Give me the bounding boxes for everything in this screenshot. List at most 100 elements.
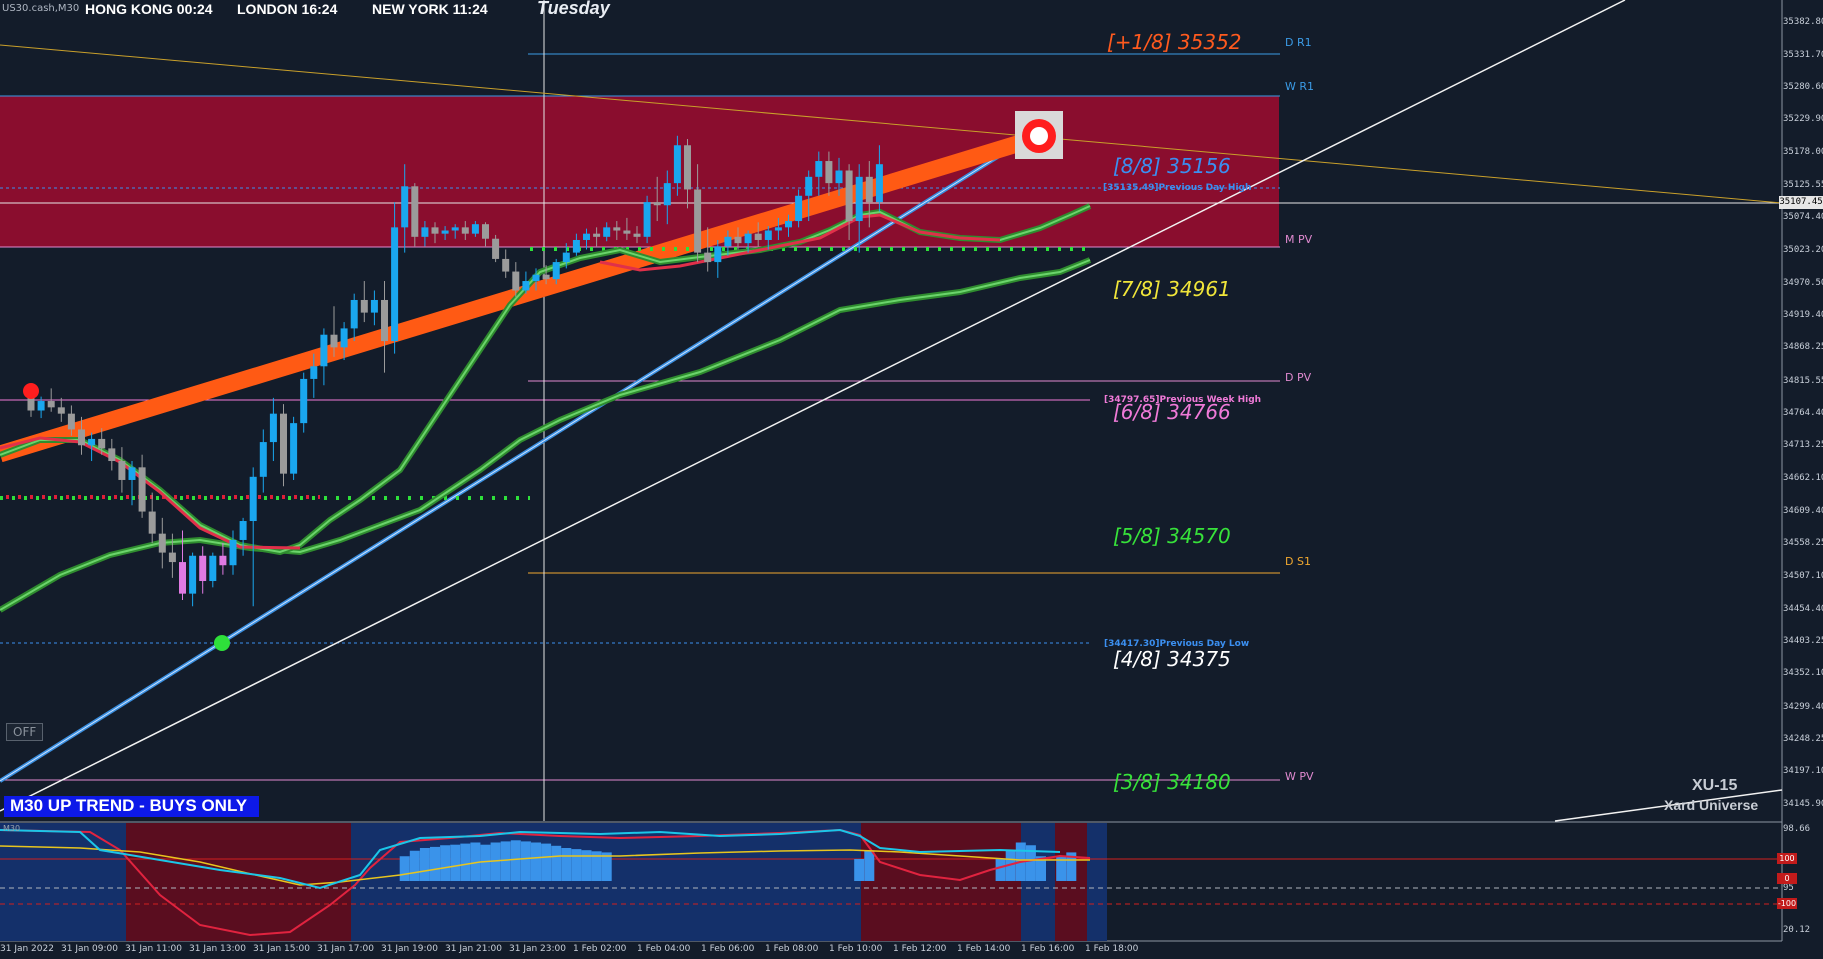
candle-body [239,521,247,540]
time-axis-label: 31 Jan 17:00 [317,944,374,954]
time-axis-label: 31 Jan 23:00 [509,944,566,954]
pivot-label: W PV [1285,769,1314,783]
trend-banner: M30 UP TREND - BUYS ONLY [4,796,260,817]
candle-body [300,378,308,424]
candle-body [754,233,762,240]
candle-body [482,224,489,239]
brand-code: XU-15 [1692,777,1738,794]
murrey-level-label: [3/8] 34180 [1113,770,1231,795]
histogram-bar [500,841,511,881]
price-axis-label: 34662.10 [1783,472,1823,483]
candle-body [47,401,55,408]
price-axis-label: 35382.80 [1783,17,1823,28]
candle-body [714,246,722,263]
candle-body [875,164,883,203]
time-axis-label: 31 Jan 11:00 [125,944,182,954]
histogram-bar [995,859,1006,881]
histogram-bar [399,856,410,881]
prev-day-low-label: [34417.30]Previous Day Low [1104,639,1250,649]
candle-body [643,202,651,237]
candle-body [78,429,85,446]
candle-body [694,189,702,253]
time-axis-label: 1 Feb 14:00 [957,944,1011,954]
candle-body [492,238,500,259]
candle-body [704,252,712,263]
bear-zone-1 [126,823,351,941]
time-axis-label: 31 Jan 2022 [0,944,54,954]
price-axis-label: 34145.90 [1783,798,1823,809]
candle-body [199,555,207,582]
time-axis-label: 1 Feb 08:00 [765,944,819,954]
candle-body [88,438,96,446]
prev-day-high-label: [35135.49]Previous Day High [1103,183,1252,193]
candle-body [835,170,843,184]
candle-body [340,328,348,348]
candle-body [269,413,277,443]
time-axis-label: 1 Feb 12:00 [893,944,947,954]
indicator-axis-top: 98.66 [1783,824,1811,834]
candle-body [572,239,580,253]
candle-body [613,227,621,231]
murrey-level-label: [4/8] 34375 [1113,646,1231,671]
price-axis-label: 34352.10 [1783,668,1823,679]
price-axis-label: 35125.55 [1783,179,1823,190]
candle-body [855,176,863,222]
price-axis-label: 34970.50 [1783,277,1823,288]
histogram-bar [520,841,531,881]
candle-body [653,202,661,206]
histogram-bar [561,848,572,881]
session-london: LONDON 16:24 [237,1,338,17]
candle-body [522,281,530,291]
candle-body [168,552,176,563]
histogram-bar [480,844,491,881]
candle-body [320,334,328,367]
time-axis-label: 1 Feb 02:00 [573,944,627,954]
candle-body [118,461,126,480]
candle-body [330,334,338,348]
candle-body [189,555,197,594]
time-axis-label: 1 Feb 10:00 [829,944,883,954]
bull-zone-0 [0,823,126,941]
histogram-bar [419,848,430,881]
price-axis-label: 35074.40 [1783,212,1823,223]
candle-body [603,227,611,237]
price-axis-label: 34403.25 [1783,636,1823,647]
histogram-bar [864,850,875,881]
candle-body [431,227,439,234]
session-hong-kong: HONG KONG 00:24 [85,1,213,17]
candle-body [774,227,782,231]
candle-body [229,539,237,566]
candle-body [158,533,166,553]
candle-body [542,274,550,280]
candle-body [734,236,742,244]
price-axis-label: 35331.70 [1783,49,1823,60]
chart-canvas[interactable] [0,0,1823,959]
candle-body [471,224,479,234]
price-axis-label: 35178.00 [1783,146,1823,157]
candle-body [360,299,368,313]
time-axis-label: 1 Feb 06:00 [701,944,755,954]
candle-body [370,299,378,313]
candle-body [583,233,590,240]
time-axis-label: 1 Feb 16:00 [1021,944,1075,954]
target-marker-center [1030,127,1048,145]
candle-body [795,195,803,222]
off-button[interactable]: OFF [6,723,44,741]
price-axis-label: 34299.40 [1783,701,1823,712]
histogram-bar [541,843,552,881]
candle-body [249,476,257,522]
brand-name: Xard Universe [1664,797,1759,813]
price-axis-label: 35280.60 [1783,82,1823,93]
time-axis-label: 31 Jan 13:00 [189,944,246,954]
candle-body [27,397,35,411]
pivot-label: M PV [1285,232,1313,246]
bull-zone-2 [1021,823,1055,941]
price-axis-label: 34919.40 [1783,310,1823,321]
candle-body [179,562,186,594]
session-new-york: NEW YORK 11:24 [372,1,488,17]
murrey-level-label: [8/8] 35156 [1113,153,1231,178]
histogram-bar [551,845,562,881]
pivot-label: D PV [1285,370,1312,384]
candle-body [461,227,469,234]
time-axis-label: 31 Jan 09:00 [61,944,118,954]
